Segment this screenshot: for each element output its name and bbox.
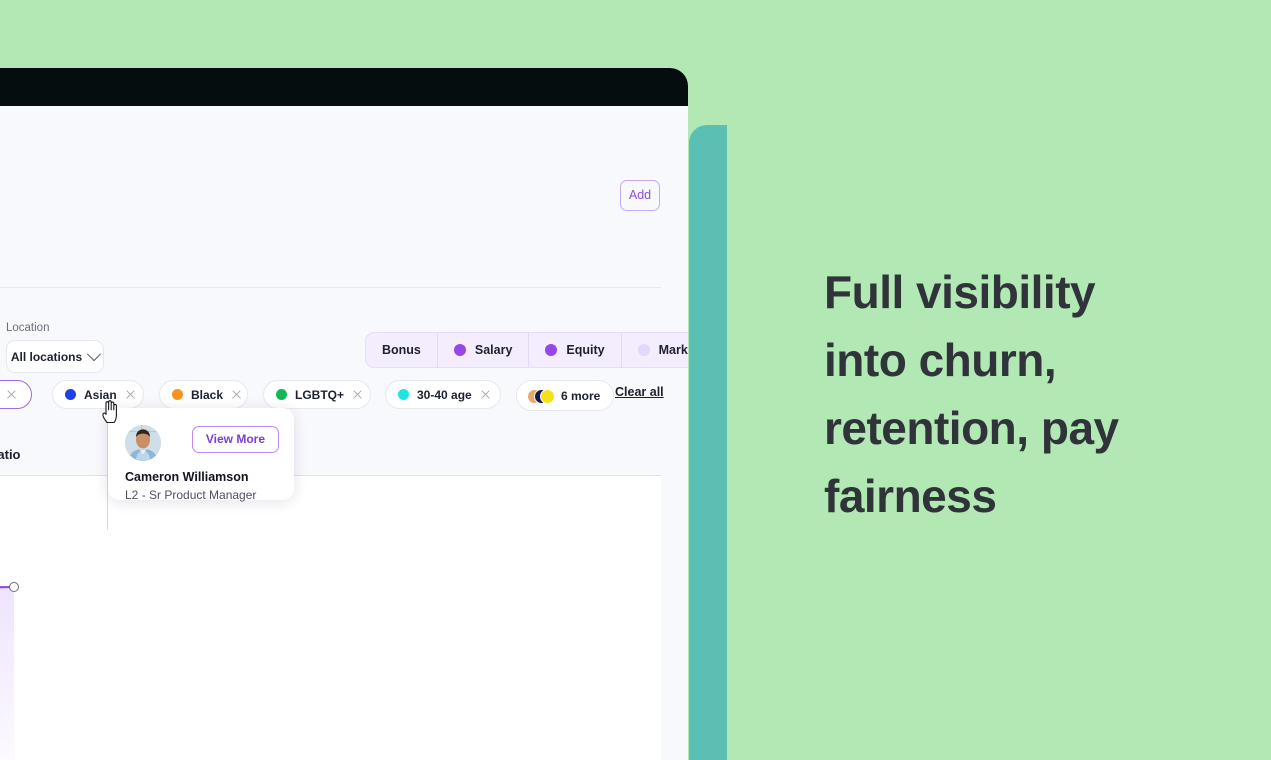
decorative-teal-card [689, 125, 727, 760]
clear-all-button[interactable]: Clear all [615, 385, 664, 399]
segment-salary[interactable]: Salary [438, 333, 530, 367]
segment-label: Market [658, 343, 688, 357]
employee-role: L2 - Sr Product Manager [125, 488, 257, 502]
close-icon[interactable] [480, 389, 491, 400]
chip-color-dot [172, 389, 183, 400]
filter-chip[interactable]: 30-40 age [385, 380, 501, 409]
location-select-value: All locations [10, 349, 83, 364]
chip-label: Black [191, 387, 224, 402]
location-select[interactable]: All locations [6, 340, 104, 373]
window-body: Add Location All locations Bonus Salary Eq… [0, 106, 688, 760]
market-curve [0, 586, 15, 760]
filter-chip[interactable]: Black [159, 380, 248, 409]
metric-segmented-control[interactable]: Bonus Salary Equity Market [365, 332, 688, 368]
window-title-bar [0, 68, 688, 106]
filter-chip[interactable]: LGBTQ+ [263, 380, 371, 409]
location-label: Location [6, 322, 50, 334]
close-icon[interactable] [352, 389, 363, 400]
segment-label: Salary [474, 343, 513, 357]
chart-header: Ratio [0, 436, 661, 476]
segment-color-dot [453, 344, 466, 356]
employee-name: Cameron Williamson [125, 470, 249, 484]
close-icon[interactable] [6, 389, 17, 400]
more-chip-label: 6 more [561, 388, 601, 403]
segment-color-dot [545, 344, 558, 356]
segment-label: Equity [566, 343, 605, 357]
close-icon[interactable] [125, 389, 136, 400]
filter-chip[interactable]: Asian [52, 380, 144, 409]
pointing-hand-cursor [100, 398, 122, 424]
segment-label: Bonus [382, 343, 421, 357]
chip-color-dot [398, 389, 409, 400]
marketing-headline: Full visibility into churn, retention, p… [824, 266, 1119, 522]
filters-row: Location All locations Bonus Salary Equity… [0, 288, 688, 380]
chevron-down-icon [87, 346, 102, 361]
chip-color-dot [276, 389, 287, 400]
view-more-button[interactable]: View More [191, 426, 279, 453]
market-curve-area [0, 587, 14, 760]
stacked-avatar-dot [540, 389, 555, 404]
employee-tooltip[interactable]: View More Cameron Williamson L2 - Sr Pro… [108, 408, 294, 502]
chart-card: Ratio [0, 436, 661, 760]
chip-label: LGBTQ+ [295, 387, 345, 402]
segment-equity[interactable]: Equity [529, 333, 622, 367]
filter-chip[interactable]: e [0, 380, 32, 409]
segment-color-dot [637, 344, 650, 356]
segment-bonus[interactable]: Bonus [366, 333, 438, 367]
avatar-stack-icon [527, 389, 555, 404]
chart-plot-area[interactable] [0, 476, 661, 760]
chart-title: Ratio [0, 447, 21, 462]
add-button[interactable]: Add [620, 180, 660, 211]
chip-color-dot [65, 389, 76, 400]
app-window: Add Location All locations Bonus Salary Eq… [0, 68, 688, 760]
top-toolbar: Add [0, 106, 688, 288]
more-filters-chip[interactable]: 6 more [516, 380, 615, 411]
segment-market[interactable]: Market [622, 333, 688, 367]
chart-plot-inner [0, 476, 659, 760]
avatar [125, 425, 161, 461]
chip-label: 30-40 age [417, 387, 472, 402]
close-icon[interactable] [231, 389, 242, 400]
curve-node[interactable] [9, 582, 19, 592]
